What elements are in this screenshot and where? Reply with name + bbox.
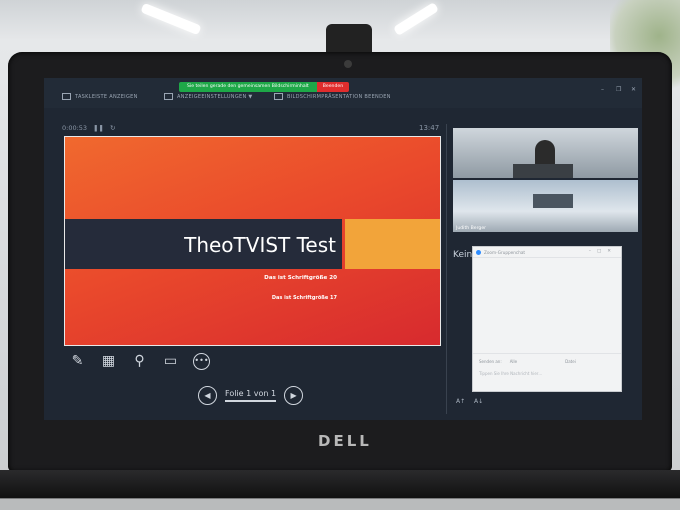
recipient-dropdown[interactable]: Alle [510,359,517,364]
zoom-chat-window: Zoom-Gruppenchat –□✕ Senden an: Alle Dat… [472,246,622,392]
ceiling-light [140,2,202,36]
chat-divider [473,353,621,354]
slide-subtitle-1: Das ist Schriftgröße 20 [264,275,337,281]
screen-icon[interactable]: ▭ [162,353,179,370]
screen-share-bar: Sie teilen gerade den gemeinsamen Bildsc… [179,82,350,92]
end-presentation-label: BILDSCHIRMPRÄSENTATION BEENDEN [287,93,391,100]
more-icon[interactable]: ••• [193,353,210,370]
display-settings-button[interactable]: ANZEIGEEINSTELLUNGEN ▼ [164,93,253,100]
desk [513,164,573,178]
webcam-icon [344,60,352,68]
display-settings-label: ANZEIGEEINSTELLUNGEN ▼ [177,93,253,100]
decrease-text-button[interactable]: A↓ [474,398,483,405]
pen-icon[interactable]: ✎ [69,353,86,370]
zoom-logo-icon [476,249,481,255]
chat-window-controls[interactable]: –□✕ [589,249,617,254]
slide-counter: Folie 1 von 1 [225,389,277,402]
presenter-view-screen: TASKLEISTE ANZEIGEN ANZEIGEEINSTELLUNGEN… [44,78,642,420]
ceiling-light [392,2,440,36]
taskbar-icon [62,93,71,100]
dell-logo: DELL [318,432,372,450]
presentation-timer: 0:00:53 ❚❚ ↻ [62,124,115,132]
show-taskbar-label: TASKLEISTE ANZEIGEN [75,93,138,100]
share-status-text: Sie teilen gerade den gemeinsamen Bildsc… [179,82,317,92]
restore-button[interactable]: ❐ [616,86,621,93]
previous-slide-button[interactable]: ◀ [198,386,217,405]
chat-title: Zoom-Gruppenchat [484,249,526,255]
laptop-base [0,470,680,510]
send-to-label: Senden an: [479,359,502,364]
classroom-board [533,194,573,208]
display-icon [164,93,173,100]
increase-text-button[interactable]: A↑ [456,398,465,405]
end-presentation-button[interactable]: BILDSCHIRMPRÄSENTATION BEENDEN [274,93,391,100]
participant-name: Judith Berger [456,226,487,231]
file-button[interactable]: Datei [565,359,576,364]
show-taskbar-button[interactable]: TASKLEISTE ANZEIGEN [62,93,138,100]
elapsed-time: 0:00:53 [62,124,88,132]
reset-icon[interactable]: ↻ [110,124,115,132]
current-slide: TheoTVIST Test Das ist Schriftgröße 20 D… [64,136,441,346]
slide-navigation: ◀ Folie 1 von 1 ▶ [198,386,304,405]
zoom-icon[interactable]: ⚲ [131,353,148,370]
presenter-tools: ✎ ▦ ⚲ ▭ ••• [69,353,210,370]
slide-accent-block [345,219,440,269]
close-button[interactable]: ✕ [631,86,636,93]
slide-subtitle-2: Das ist Schriftgröße 17 [271,295,337,301]
next-slide-button[interactable]: ▶ [284,386,304,405]
clock: 13:47 [419,124,440,132]
next-slide-preview [453,128,638,178]
chat-recipient-row: Senden an: Alle Datei [479,359,576,364]
slide-title: TheoTVIST Test [184,233,336,257]
slides-grid-icon[interactable]: ▦ [100,353,117,370]
panel-divider [446,124,447,414]
end-show-icon [274,93,283,100]
participant-video: Judith Berger [453,180,638,232]
chat-message-input[interactable]: Tippen Sie Ihre Nachricht hier… [479,371,542,376]
notes-panel-title: Kein [453,250,473,260]
minimize-button[interactable]: – [601,86,604,93]
pause-icon[interactable]: ❚❚ [93,124,104,132]
stop-share-button[interactable]: Beenden [316,82,350,92]
